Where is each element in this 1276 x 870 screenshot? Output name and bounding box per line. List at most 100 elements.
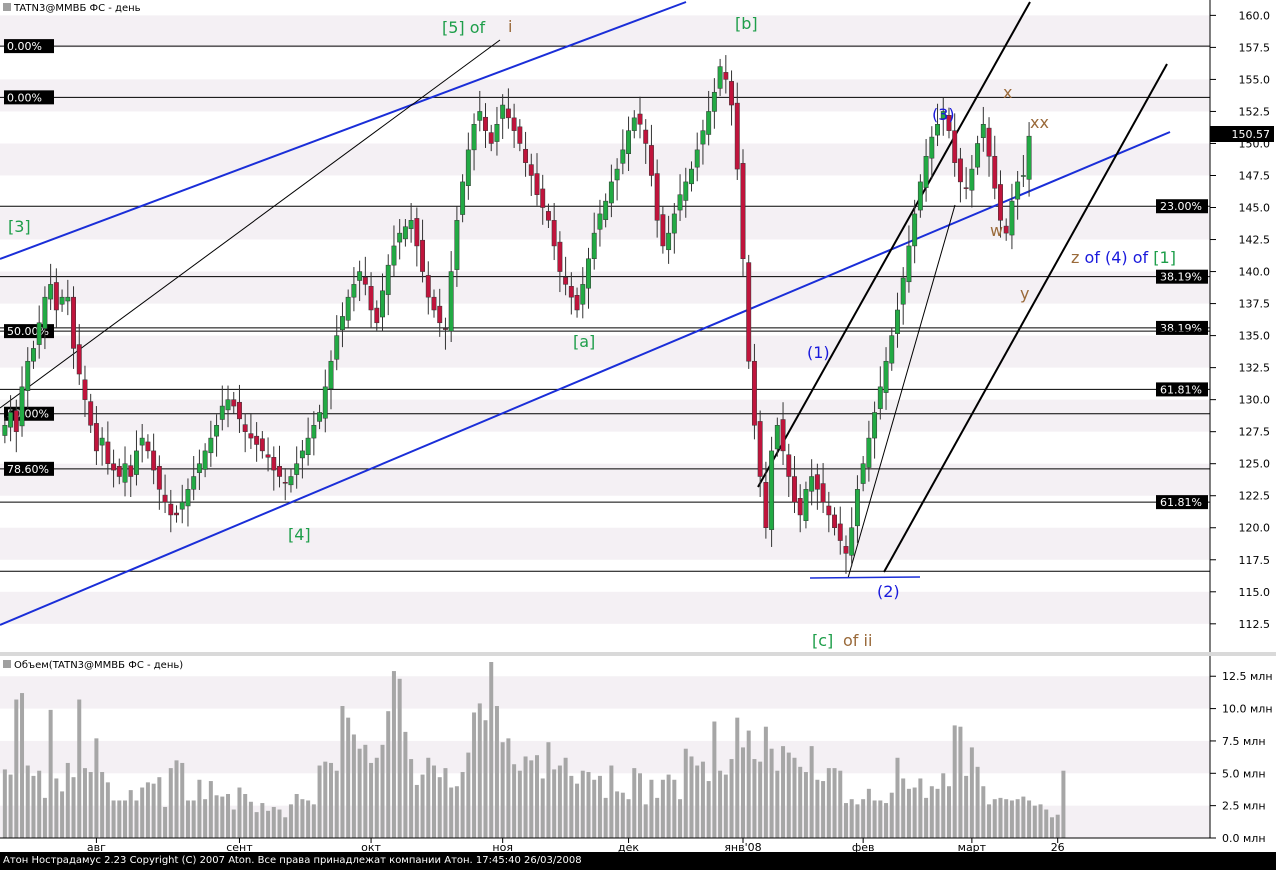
volume-bar	[369, 762, 374, 838]
volume-ticks: 12.5 млн 10.0 млн 7.5 млн 5.0 млн 2.5 млн 0.0…	[1210, 670, 1273, 845]
fib-level-label: 78.60%	[7, 463, 49, 476]
volume-bar	[145, 782, 150, 838]
volume-tick-label: 10.0 млн	[1222, 703, 1273, 716]
price-tick-label: 155.0	[1239, 73, 1271, 86]
volume-bar	[443, 768, 448, 838]
fib-level-label: 38.19%	[1160, 271, 1202, 284]
volume-tick-label: 7.5 млн	[1222, 735, 1266, 748]
volume-bar	[506, 738, 511, 838]
volume-bar	[163, 806, 168, 838]
volume-bar	[174, 760, 179, 838]
volume-bar	[100, 772, 105, 838]
volume-bar	[329, 762, 334, 838]
volume-bar	[1032, 805, 1037, 838]
volume-bar	[1038, 804, 1043, 838]
volume-bar	[998, 797, 1003, 838]
fib-level-label: 50.00%	[7, 408, 49, 421]
volume-bar	[763, 726, 768, 838]
volume-bar	[283, 817, 288, 838]
volume-bar	[489, 662, 494, 838]
volume-bar	[386, 711, 391, 838]
volume-bar	[838, 770, 843, 838]
price-tick-label: 142.5	[1239, 234, 1271, 247]
volume-bar	[357, 748, 362, 838]
price-panel-title: TATN3@ММВБ ФС - день	[3, 3, 141, 14]
volume-bar	[208, 781, 213, 838]
price-tick-label: 130.0	[1239, 394, 1271, 407]
volume-bar	[374, 757, 379, 838]
price-tick-label: 122.5	[1239, 490, 1271, 503]
volume-bar	[397, 678, 402, 838]
volume-bar	[546, 742, 551, 838]
volume-bar	[271, 806, 276, 838]
volume-bar	[975, 766, 980, 838]
volume-bar	[643, 804, 648, 838]
volume-bar	[666, 774, 671, 838]
volume-bar	[821, 781, 826, 838]
status-bar: Атон Нострадамус 2.23 Copyright (C) 2007…	[0, 852, 1276, 870]
volume-bar	[512, 764, 517, 838]
volume-bar	[180, 762, 185, 838]
volume-bar	[477, 703, 482, 838]
volume-bar	[637, 773, 642, 838]
volume-bar	[918, 778, 923, 838]
volume-bar	[946, 786, 951, 838]
volume-bar	[391, 671, 396, 838]
volume-bar	[237, 787, 242, 838]
candle	[746, 254, 752, 369]
volume-bar	[832, 768, 837, 838]
volume-bar	[426, 757, 431, 838]
volume-bar	[678, 799, 683, 838]
wave-label: [b]	[735, 14, 758, 33]
volume-bar	[254, 812, 259, 838]
volume-bar	[924, 797, 929, 838]
volume-bar	[8, 774, 13, 838]
volume-bar	[334, 770, 339, 838]
volume-tick-label: 12.5 млн	[1222, 670, 1273, 683]
volume-bar	[580, 770, 585, 838]
price-tick-label: 147.5	[1239, 169, 1271, 182]
fib-level-label: 23.00%	[1160, 200, 1202, 213]
volume-bar	[288, 804, 293, 838]
volume-bar	[449, 787, 454, 838]
volume-bar	[191, 800, 196, 838]
volume-bar	[111, 800, 116, 838]
chart-svg: 0.00% 0.00% 23.00% 38.19% 38.19% 50.00% 61.81%…	[0, 0, 1276, 854]
volume-bar	[729, 759, 734, 838]
price-panel-title-text: TATN3@ММВБ ФС - день	[13, 3, 141, 14]
volume-bar	[134, 800, 139, 838]
volume-bar	[586, 772, 591, 838]
time-axis-label: окт	[361, 841, 381, 852]
wave-label: [4]	[288, 525, 311, 544]
wave-label: (2)	[877, 582, 900, 601]
volume-panel-title: Объем(TATN3@ММВБ ФС - день)	[3, 660, 183, 671]
volume-bar	[723, 774, 728, 838]
volume-bar	[775, 770, 780, 838]
volume-bar	[317, 765, 322, 838]
volume-bar	[1049, 817, 1054, 838]
price-tick-label: 120.0	[1239, 522, 1271, 535]
volume-bar	[781, 746, 786, 838]
volume-bar	[168, 768, 173, 838]
volume-bar	[1055, 814, 1060, 838]
volume-bar	[849, 799, 854, 838]
volume-bar	[712, 721, 717, 838]
candle	[740, 149, 746, 277]
volume-bar	[157, 777, 162, 838]
time-axis-label: ноя	[492, 841, 513, 852]
volume-bar	[432, 765, 437, 838]
volume-bar	[843, 803, 848, 838]
volume-bar	[226, 794, 231, 838]
volume-bar	[609, 765, 614, 838]
volume-bar	[306, 800, 311, 838]
volume-bar	[54, 778, 59, 838]
trendline[interactable]	[809, 576, 921, 579]
volume-bar	[117, 800, 122, 838]
volume-bar	[48, 709, 53, 838]
wave-label: [a]	[573, 332, 595, 351]
volume-bar	[266, 810, 271, 838]
volume-bar	[340, 706, 345, 838]
volume-bar	[483, 720, 488, 838]
volume-bar	[746, 730, 751, 838]
volume-bar	[569, 775, 574, 838]
